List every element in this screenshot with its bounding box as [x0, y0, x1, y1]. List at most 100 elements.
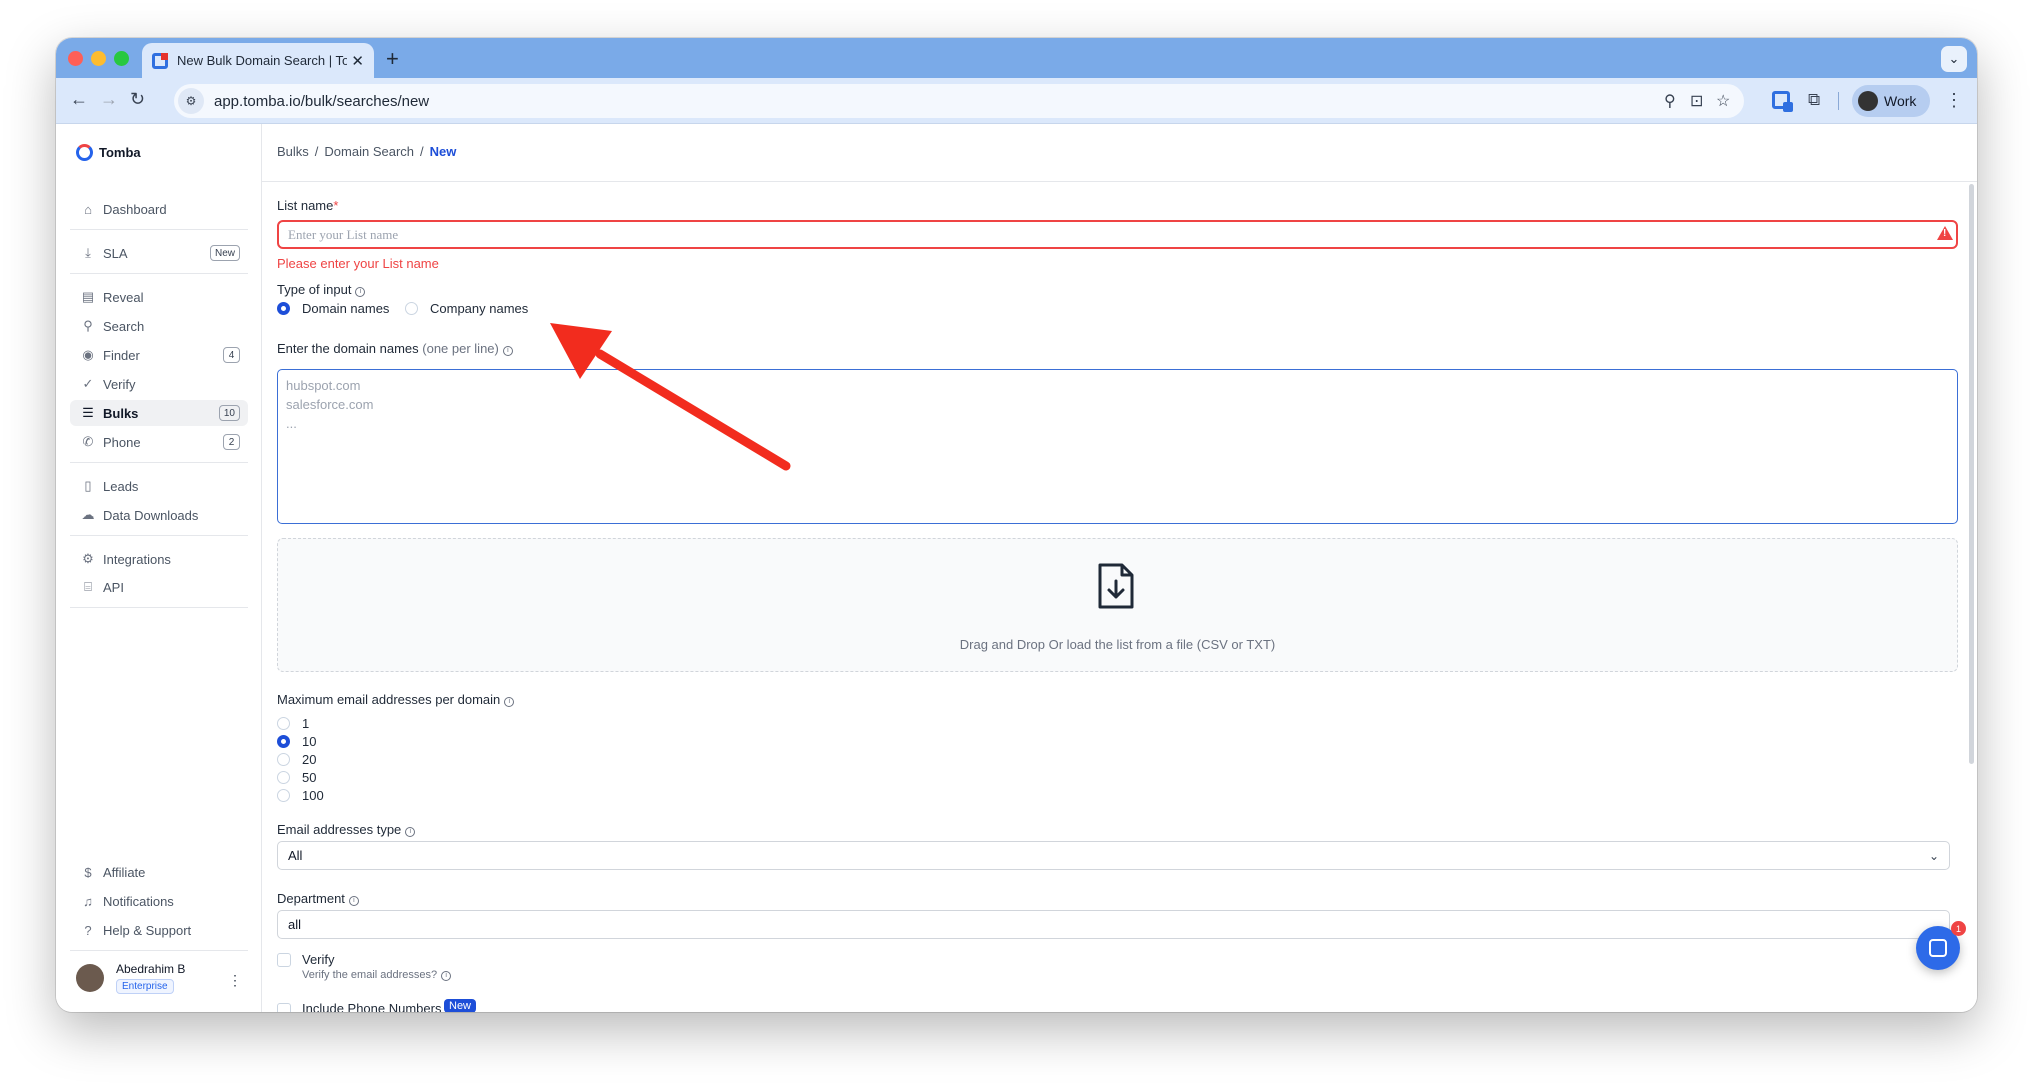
sidebar-item-bulks[interactable]: ☰ Bulks 10	[70, 400, 248, 426]
department-select[interactable]: all	[277, 910, 1950, 939]
address-bar[interactable]: ⚙ app.tomba.io/bulk/searches/new ⚲ ⊡ ☆	[174, 84, 1744, 118]
sidebar-item-label: Data Downloads	[103, 507, 199, 523]
home-icon: ⌂	[84, 201, 92, 217]
sidebar-item-dashboard[interactable]: ⌂ Dashboard	[70, 196, 248, 222]
close-window-button[interactable]	[68, 51, 83, 66]
info-icon[interactable]: i	[504, 697, 515, 707]
sidebar-item-label: Help & Support	[103, 922, 192, 938]
back-arrow-icon[interactable]: ←	[70, 89, 88, 110]
info-icon[interactable]: i	[502, 346, 513, 356]
app: Tomba ⌂ Dashboard ⤓ SLA New ▤ Reveal ⚲ S…	[56, 124, 1977, 1012]
bookmark-star-icon[interactable]: ☆	[1716, 91, 1730, 111]
sidebar-item-label: Search	[103, 318, 145, 334]
browser-tab[interactable]: New Bulk Domain Search | To ✕	[142, 43, 374, 78]
sidebar-item-integrations[interactable]: ⚙ Integrations	[70, 546, 248, 572]
new-tab-button[interactable]: +	[386, 46, 399, 72]
sidebar-item-api[interactable]: ⌸ API	[70, 574, 248, 600]
sidebar-item-finder[interactable]: ◉ Finder 4	[70, 342, 248, 368]
radio-button[interactable]	[277, 753, 290, 766]
breadcrumb-bulks[interactable]: Bulks	[277, 144, 309, 159]
info-icon[interactable]: i	[441, 971, 452, 981]
verify-checkbox[interactable]	[277, 953, 291, 967]
sidebar-item-help[interactable]: ? Help & Support	[70, 917, 248, 943]
radio-label: 10	[302, 734, 317, 749]
tab-title: New Bulk Domain Search | To	[177, 53, 347, 68]
user-menu-icon[interactable]: ⋮	[228, 972, 242, 989]
radio-company-names[interactable]: Company names	[405, 301, 528, 316]
browser-window: New Bulk Domain Search | To ✕ + ⌄ ← → ↻ …	[56, 38, 1977, 1012]
dollar-icon: $	[84, 864, 92, 880]
radio-domain-names[interactable]: Domain names	[277, 301, 389, 316]
sidebar-item-notifications[interactable]: ♫ Notifications	[70, 888, 248, 914]
domains-hint: (one per line)	[422, 341, 499, 356]
sidebar-item-label: Affiliate	[103, 864, 146, 880]
radio-label: Company names	[430, 301, 529, 316]
tab-strip: New Bulk Domain Search | To ✕ + ⌄	[56, 38, 1977, 78]
profile-button[interactable]: Work	[1852, 85, 1930, 117]
warning-icon: !	[1937, 226, 1953, 240]
radio-max-20[interactable]: 20	[277, 752, 316, 767]
sidebar-item-label: Bulks	[103, 405, 139, 421]
radio-button[interactable]	[277, 735, 290, 748]
sidebar-item-affiliate[interactable]: $ Affiliate	[70, 859, 248, 885]
minimize-window-button[interactable]	[91, 51, 106, 66]
breadcrumb-domain-search[interactable]: Domain Search	[324, 144, 414, 159]
user-profile[interactable]: Abedrahim B Enterprise	[76, 962, 185, 994]
user-name: Abedrahim B	[116, 962, 186, 976]
reload-icon[interactable]: ↻	[130, 89, 145, 110]
list-name-input[interactable]	[277, 220, 1958, 249]
maximize-window-button[interactable]	[114, 51, 129, 66]
radio-button[interactable]	[405, 302, 418, 315]
radio-button[interactable]	[277, 771, 290, 784]
sidebar-item-label: Phone	[103, 434, 141, 450]
file-dropzone[interactable]: Drag and Drop Or load the list from a fi…	[277, 538, 1958, 672]
breadcrumb: Bulks / Domain Search / New	[277, 144, 456, 159]
profile-label: Work	[1884, 93, 1917, 109]
include-phone-checkbox[interactable]	[277, 1003, 291, 1012]
tab-search-button[interactable]: ⌄	[1941, 46, 1967, 72]
department-label-text: Department	[277, 891, 345, 906]
type-of-input-label-text: Type of input	[277, 282, 352, 297]
sidebar-item-phone[interactable]: ✆ Phone 2	[70, 429, 248, 455]
tab-close-icon[interactable]: ✕	[351, 52, 364, 70]
extensions-puzzle-icon[interactable]: ⧉	[1808, 90, 1820, 110]
sidebar-item-label: Leads	[103, 478, 139, 494]
install-app-icon[interactable]: ⊡	[1690, 91, 1703, 111]
radio-max-50[interactable]: 50	[277, 770, 316, 785]
radio-button[interactable]	[277, 717, 290, 730]
scrollbar[interactable]	[1969, 184, 1974, 764]
sidebar-item-search[interactable]: ⚲ Search	[70, 313, 248, 339]
sidebar-divider	[70, 462, 248, 463]
count-badge: 2	[223, 434, 240, 450]
sidebar-item-data-downloads[interactable]: ☁ Data Downloads	[70, 502, 248, 528]
radio-max-100[interactable]: 100	[277, 788, 324, 803]
list-name-error: Please enter your List name	[277, 256, 439, 271]
info-icon[interactable]: i	[355, 287, 366, 297]
sidebar-item-verify[interactable]: ✓ Verify	[70, 371, 248, 397]
sidebar-item-reveal[interactable]: ▤ Reveal	[70, 284, 248, 310]
url-text: app.tomba.io/bulk/searches/new	[214, 92, 430, 110]
info-icon[interactable]: i	[405, 827, 416, 837]
sidebar-item-label: Finder	[103, 347, 140, 363]
forward-arrow-icon[interactable]: →	[100, 89, 118, 110]
header-divider	[262, 181, 1977, 182]
sidebar-item-sla[interactable]: ⤓ SLA New	[70, 240, 248, 266]
browser-menu-icon[interactable]: ⋮	[1945, 90, 1963, 111]
verify-label: Verify	[302, 952, 335, 967]
radio-max-1[interactable]: 1	[277, 716, 309, 731]
domains-textarea[interactable]	[277, 369, 1958, 524]
radio-label: 100	[302, 788, 324, 803]
radio-max-10[interactable]: 10	[277, 734, 316, 749]
site-info-icon[interactable]: ⚙	[178, 88, 204, 114]
radio-button[interactable]	[277, 789, 290, 802]
avatar	[76, 964, 104, 992]
tomba-extension-icon[interactable]	[1772, 91, 1793, 112]
sidebar-item-leads[interactable]: ▯ Leads	[70, 473, 248, 499]
email-type-select[interactable]: All ⌄	[277, 841, 1950, 870]
brand[interactable]: Tomba	[76, 144, 141, 161]
radio-label: Domain names	[302, 301, 390, 316]
sidebar-divider	[70, 229, 248, 230]
info-icon[interactable]: i	[348, 896, 359, 906]
zoom-icon[interactable]: ⚲	[1664, 91, 1676, 111]
radio-button[interactable]	[277, 302, 290, 315]
